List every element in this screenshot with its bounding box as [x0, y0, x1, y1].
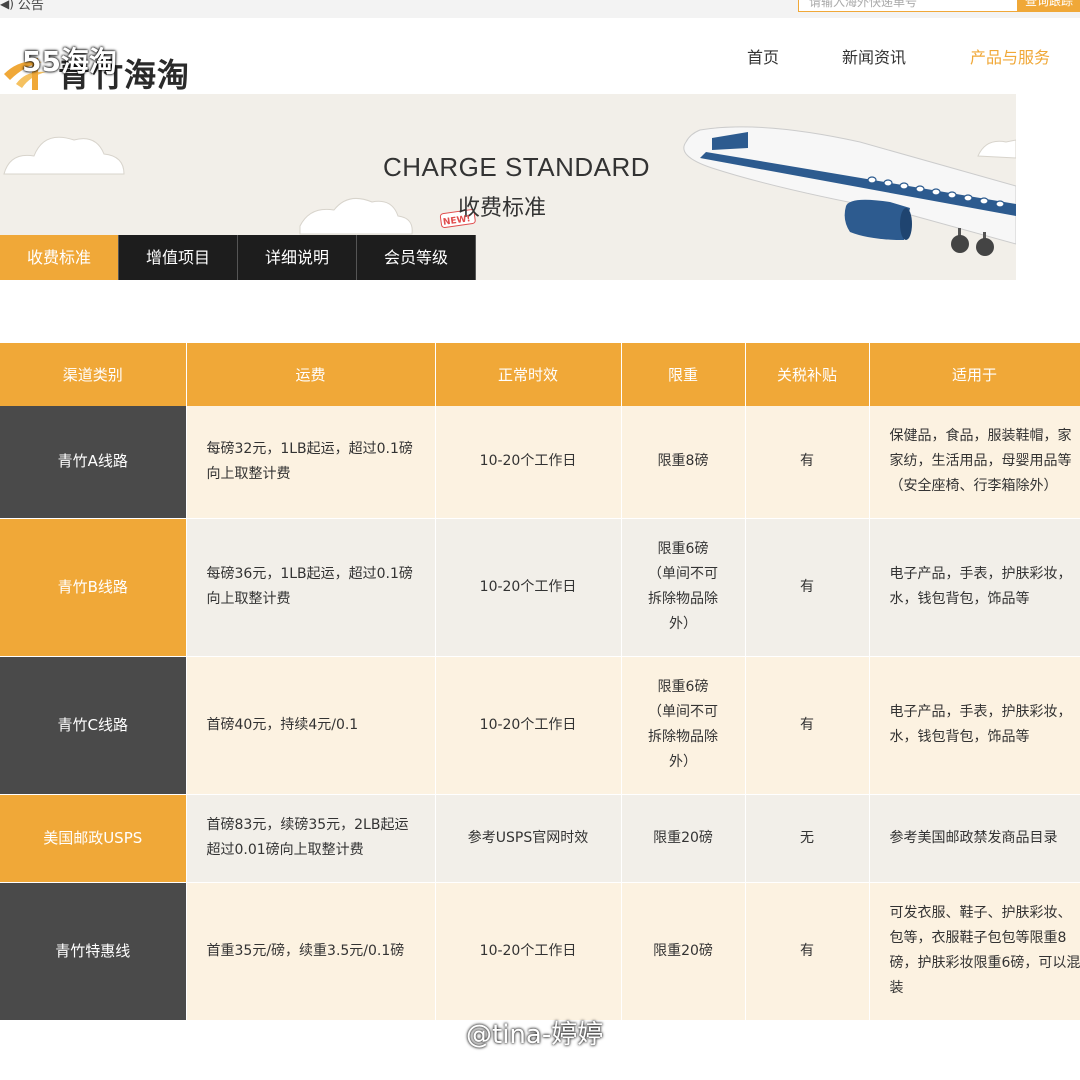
table-row: 美国邮政USPS 首磅83元，续磅35元，2LB起运 超过0.01磅向上取整计费…	[0, 794, 1080, 883]
table-row: 青竹C线路 首磅40元，持续4元/0.1 10-20个工作日 限重6磅 （单间不…	[0, 656, 1080, 795]
fee-line: 超过0.01磅向上取整计费	[206, 842, 364, 858]
limit-line: 限重20磅	[653, 942, 713, 959]
cell-time: 参考USPS官网时效	[435, 794, 622, 883]
apply-line: 水，钱包背包，饰品等	[889, 591, 1030, 607]
nav-news[interactable]: 新闻资讯	[842, 44, 906, 68]
header-apply: 适用于	[869, 343, 1080, 406]
cell-subsidy: 有	[745, 518, 870, 657]
apply-line: 保健品，食品，服装鞋帽，家	[889, 428, 1072, 445]
fee-line: 首磅83元，续磅35元，2LB起运	[206, 817, 409, 833]
limit-line: 限重6磅	[657, 541, 709, 557]
tab-value-added[interactable]: 增值项目	[119, 235, 238, 280]
cell-apply: 保健品，食品，服装鞋帽，家 家纺，生活用品，母婴用品等 （安全座椅、行李箱除外）	[869, 406, 1080, 519]
limit-line: 限重8磅	[657, 453, 709, 470]
cell-channel: 青竹A线路	[0, 406, 187, 519]
nav-products[interactable]: 产品与服务	[970, 44, 1050, 68]
header-channel: 渠道类别	[0, 343, 187, 406]
tab-charge-standard[interactable]: 收费标准	[0, 235, 119, 280]
cell-apply: 电子产品，手表，护肤彩妆， 水，钱包背包，饰品等	[869, 656, 1080, 795]
cell-limit: 限重6磅 （单间不可 拆除物品除 外）	[621, 518, 746, 657]
limit-line: 外）	[669, 616, 697, 632]
apply-line: 水，钱包背包，饰品等	[889, 729, 1030, 745]
top-bar: ◀) 公告 请输入海外快递单号 查询跟踪	[0, 0, 1080, 18]
table-row: 青竹A线路 每磅32元，1LB起运，超过0.1磅 向上取整计费 10-20个工作…	[0, 406, 1080, 519]
cell-time: 10-20个工作日	[435, 882, 622, 1021]
fee-line: 首重35元/磅，续重3.5元/0.1磅	[206, 942, 405, 959]
cell-limit: 限重20磅	[621, 882, 746, 1021]
limit-line: 拆除物品除	[648, 729, 718, 745]
apply-line: 电子产品，手表，护肤彩妆，	[889, 566, 1072, 582]
tracking-search-input[interactable]: 请输入海外快递单号	[798, 0, 1018, 12]
cell-fee: 首磅40元，持续4元/0.1	[186, 656, 436, 795]
cell-limit: 限重6磅 （单间不可 拆除物品除 外）	[621, 656, 746, 795]
volume-icon: ◀)	[0, 0, 14, 11]
site-header: 青竹海淘 55海淘 首页 新闻资讯 产品与服务	[0, 18, 1080, 94]
cell-fee: 每磅36元，1LB起运，超过0.1磅 向上取整计费	[186, 518, 436, 657]
banner-title-en: CHARGE STANDARD	[383, 152, 651, 182]
fee-line: 每磅36元，1LB起运，超过0.1磅	[206, 566, 413, 582]
logo-watermark: 55海淘	[22, 45, 117, 78]
fee-line: 首磅40元，持续4元/0.1	[206, 716, 359, 733]
fee-table: 渠道类别 运费 正常时效 限重 关税补贴 适用于 青竹A线路 每磅32元，1LB…	[0, 343, 1080, 1021]
cell-subsidy: 无	[745, 794, 870, 883]
limit-line: 限重6磅	[657, 679, 709, 695]
tab-details[interactable]: 详细说明	[238, 235, 357, 280]
cell-channel: 美国邮政USPS	[0, 794, 187, 883]
notice[interactable]: ◀) 公告	[0, 0, 44, 13]
cell-time: 10-20个工作日	[435, 656, 622, 795]
cell-limit: 限重8磅	[621, 406, 746, 519]
apply-line: 可发衣服、鞋子、护肤彩妆、	[889, 905, 1072, 921]
cell-subsidy: 有	[745, 882, 870, 1021]
apply-line: 磅，护肤彩妆限重6磅，可以混	[889, 955, 1080, 971]
cell-apply: 参考美国邮政禁发商品目录	[869, 794, 1080, 883]
table-row: 青竹特惠线 首重35元/磅，续重3.5元/0.1磅 10-20个工作日 限重20…	[0, 882, 1080, 1021]
apply-line: 装	[889, 980, 904, 996]
fee-line: 向上取整计费	[206, 591, 291, 607]
header-subsidy: 关税补贴	[745, 343, 870, 406]
apply-line: 电子产品，手表，护肤彩妆，	[889, 704, 1072, 720]
cell-channel: 青竹C线路	[0, 656, 187, 795]
tab-bar: 收费标准 增值项目 详细说明 会员等级	[0, 235, 476, 280]
header-time: 正常时效	[435, 343, 622, 406]
cell-apply: 可发衣服、鞋子、护肤彩妆、 包等，衣服鞋子包包等限重8 磅，护肤彩妆限重6磅，可…	[869, 882, 1080, 1021]
notice-label: 公告	[17, 0, 44, 13]
cell-fee: 每磅32元，1LB起运，超过0.1磅 向上取整计费	[186, 406, 436, 519]
user-watermark: @tina-婷婷	[466, 1020, 604, 1050]
cell-time: 10-20个工作日	[435, 518, 622, 657]
tracking-search-button[interactable]: 查询跟踪	[1018, 0, 1080, 12]
nav-home[interactable]: 首页	[747, 44, 779, 68]
cell-channel: 青竹特惠线	[0, 882, 187, 1021]
logo[interactable]: 青竹海淘 55海淘	[0, 38, 200, 94]
apply-line: 参考美国邮政禁发商品目录	[889, 829, 1058, 846]
header-limit: 限重	[621, 343, 746, 406]
limit-line: 限重20磅	[653, 829, 713, 846]
limit-line: 拆除物品除	[648, 591, 718, 607]
cell-fee: 首磅83元，续磅35元，2LB起运 超过0.01磅向上取整计费	[186, 794, 436, 883]
banner-title-cn: 收费标准	[458, 196, 547, 221]
table-header-row: 渠道类别 运费 正常时效 限重 关税补贴 适用于	[0, 343, 1080, 406]
cell-fee: 首重35元/磅，续重3.5元/0.1磅	[186, 882, 436, 1021]
cell-subsidy: 有	[745, 406, 870, 519]
tab-member-level[interactable]: 会员等级	[357, 235, 476, 280]
apply-line: 包等，衣服鞋子包包等限重8	[889, 930, 1067, 946]
cell-apply: 电子产品，手表，护肤彩妆， 水，钱包背包，饰品等	[869, 518, 1080, 657]
apply-line: （安全座椅、行李箱除外）	[889, 478, 1058, 495]
table-row: 青竹B线路 每磅36元，1LB起运，超过0.1磅 向上取整计费 10-20个工作…	[0, 518, 1080, 657]
fee-line: 每磅32元，1LB起运，超过0.1磅	[206, 440, 413, 457]
limit-line: 外）	[669, 754, 697, 770]
header-fee: 运费	[186, 343, 436, 406]
limit-line: （单间不可	[648, 704, 718, 720]
cell-time: 10-20个工作日	[435, 406, 622, 519]
fee-line: 向上取整计费	[206, 465, 291, 482]
cell-subsidy: 有	[745, 656, 870, 795]
limit-line: （单间不可	[648, 566, 718, 582]
cell-limit: 限重20磅	[621, 794, 746, 883]
cell-channel: 青竹B线路	[0, 518, 187, 657]
apply-line: 家纺，生活用品，母婴用品等	[889, 453, 1072, 470]
